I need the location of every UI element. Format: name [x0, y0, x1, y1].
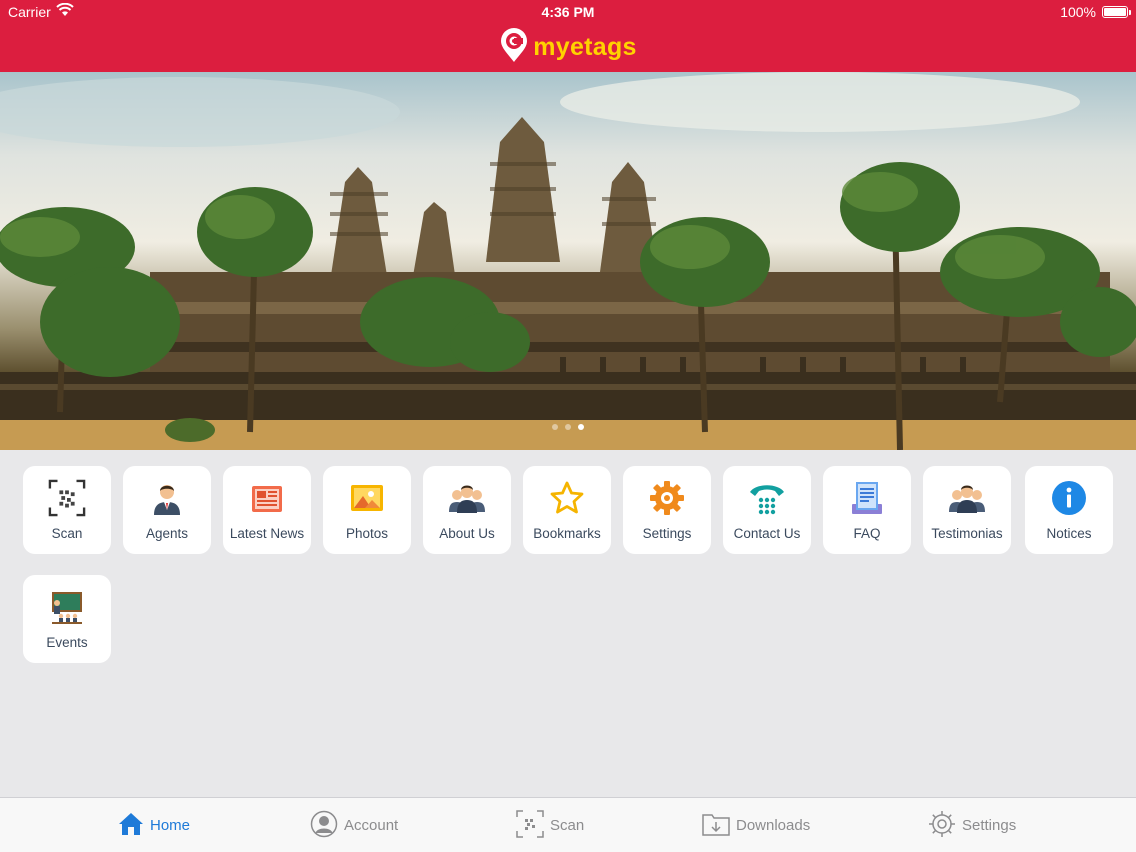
info-icon — [1050, 479, 1088, 517]
settings-icon — [928, 810, 956, 842]
location-pin-icon — [499, 27, 529, 68]
tab-settings[interactable]: Settings — [928, 798, 1016, 852]
brand-name: myetags — [533, 32, 637, 61]
gear-icon — [648, 479, 686, 517]
menu-item-photos[interactable]: Photos — [323, 466, 411, 554]
menu-item-label: About Us — [439, 526, 495, 541]
tab-label: Downloads — [736, 817, 811, 834]
battery-percentage: 100% — [1060, 4, 1096, 20]
menu-item-scan[interactable]: Scan — [23, 466, 111, 554]
status-bar: Carrier 4:36 PM 100% — [0, 0, 1136, 24]
tab-label: Account — [344, 817, 399, 834]
menu-item-label: Events — [46, 635, 88, 650]
menu-item-label: Latest News — [229, 526, 305, 541]
clock: 4:36 PM — [541, 4, 595, 20]
photo-icon — [348, 479, 386, 517]
menu-item-settings[interactable]: Settings — [623, 466, 711, 554]
hero-banner-image[interactable] — [0, 72, 1136, 450]
telephone-icon — [748, 479, 786, 517]
menu-item-latest-news[interactable]: Latest News — [223, 466, 311, 554]
downloads-icon — [702, 812, 730, 840]
home-icon — [118, 812, 144, 840]
carousel-dot-active[interactable] — [578, 424, 584, 430]
scan-icon — [516, 809, 544, 842]
menu-item-events[interactable]: Events — [23, 575, 111, 663]
menu-item-label: Photos — [345, 526, 389, 541]
bottom-tab-bar: Home Account Scan Downloads Settings — [0, 797, 1136, 852]
newspaper-icon — [248, 479, 286, 517]
menu-item-label: Settings — [642, 526, 692, 541]
tab-account[interactable]: Account — [310, 798, 398, 852]
tab-label: Settings — [962, 817, 1017, 834]
account-icon — [310, 810, 338, 842]
app-logo: myetags — [0, 27, 1136, 68]
group-icon — [448, 479, 486, 517]
menu-item-label: Agents — [145, 526, 189, 541]
menu-item-label: FAQ — [853, 526, 881, 541]
agent-person-icon — [148, 479, 186, 517]
menu-item-faq[interactable]: FAQ — [823, 466, 911, 554]
classroom-icon — [48, 588, 86, 626]
menu-item-about-us[interactable]: About Us — [423, 466, 511, 554]
menu-item-label: Testimonias — [931, 526, 1003, 541]
document-icon — [848, 479, 886, 517]
tab-label: Home — [150, 817, 191, 834]
carousel-dot[interactable] — [565, 424, 571, 430]
carousel-page-indicator[interactable] — [0, 424, 1136, 430]
menu-item-agents[interactable]: Agents — [123, 466, 211, 554]
menu-item-notices[interactable]: Notices — [1025, 466, 1113, 554]
tab-scan[interactable]: Scan — [516, 798, 584, 852]
tab-downloads[interactable]: Downloads — [702, 798, 810, 852]
tab-label: Scan — [550, 817, 585, 834]
tab-home[interactable]: Home — [118, 798, 190, 852]
group-icon — [948, 479, 986, 517]
temple-landscape-illustration — [0, 72, 1136, 450]
menu-item-bookmarks[interactable]: Bookmarks — [523, 466, 611, 554]
star-icon — [548, 479, 586, 517]
qr-scan-icon — [48, 479, 86, 517]
menu-item-label: Scan — [51, 526, 83, 541]
carousel-dot[interactable] — [552, 424, 558, 430]
menu-item-testimonias[interactable]: Testimonias — [923, 466, 1011, 554]
top-navigation-bar: Carrier 4:36 PM 100% myetags — [0, 0, 1136, 72]
battery-icon — [1102, 6, 1131, 18]
menu-item-label: Bookmarks — [533, 526, 601, 541]
menu-item-label: Notices — [1046, 526, 1092, 541]
menu-item-label: Contact Us — [733, 526, 801, 541]
menu-item-contact-us[interactable]: Contact Us — [723, 466, 811, 554]
